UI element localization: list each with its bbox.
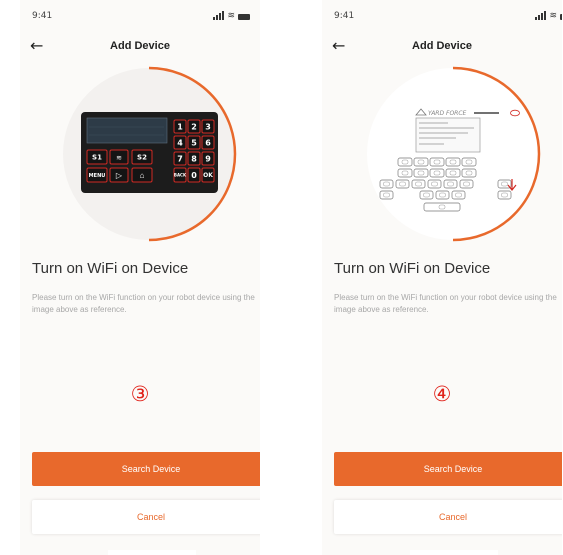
wifi-key-icon: ≋ <box>116 155 122 162</box>
search-device-button[interactable]: Search Device <box>334 452 562 486</box>
keypad-key-6-label: 6 <box>205 138 211 147</box>
status-time: 9:41 <box>334 11 355 21</box>
remote-key-row1-2 <box>429 157 445 167</box>
step-marker: ④ <box>432 382 452 406</box>
status-icons: ≋ <box>535 11 562 20</box>
wifi-icon: ≋ <box>549 10 557 20</box>
keypad-display <box>86 117 168 144</box>
nav-bar: ← Add Device <box>322 36 562 58</box>
search-device-button[interactable]: Search Device <box>32 452 260 486</box>
remote-key-row3-5 <box>459 179 474 189</box>
remote-key-row4-0 <box>379 190 394 200</box>
add-device-screen-keypad: 9:41 ≋ ← Add Device 1 2 3 4 5 6 7 8 9 S1 ≋ S2 MENU ▷ ⌂… <box>20 0 260 555</box>
keypad-key-3-label: 3 <box>205 122 211 131</box>
remote-key-row4-4 <box>497 190 512 200</box>
status-bar: 9:41 ≋ <box>322 0 562 30</box>
keypad-key-9-label: 9 <box>205 154 211 163</box>
remote-key-row3-1 <box>395 179 410 189</box>
nav-bar: ← Add Device <box>20 36 260 58</box>
keypad-key-s1-label: S1 <box>92 154 102 162</box>
play-icon: ▷ <box>116 171 123 180</box>
remote-key-row2-3 <box>445 168 461 178</box>
keypad-key-1-label: 1 <box>177 122 183 131</box>
headline: Turn on WiFi on Device <box>32 260 189 277</box>
keypad-key-ok-label: OK <box>203 172 213 179</box>
home-indicator <box>410 550 498 555</box>
signal-icon <box>213 11 225 20</box>
remote-key-row3-3 <box>427 179 442 189</box>
description: Please turn on the WiFi function on your… <box>334 293 557 314</box>
remote-key-row4-1 <box>419 190 434 200</box>
remote-key-row4-3 <box>451 190 466 200</box>
remote-key-row3-2 <box>411 179 426 189</box>
keypad-key-2-label: 2 <box>191 122 197 131</box>
keypad-key-0-label: 0 <box>191 171 197 180</box>
remote-key-row2-2 <box>429 168 445 178</box>
cancel-button[interactable]: Cancel <box>32 500 260 534</box>
step-marker: ③ <box>130 382 150 406</box>
remote-key-row1-0 <box>397 157 413 167</box>
remote-key-row3-4 <box>443 179 458 189</box>
brand-name: YARD FORCE <box>428 110 467 117</box>
battery-icon <box>238 14 250 20</box>
wifi-icon: ≋ <box>227 10 235 20</box>
remote-key-ok <box>423 202 461 212</box>
keypad-key-s2-label: S2 <box>137 154 147 162</box>
keypad-key-menu-label: MENU <box>89 173 106 179</box>
battery-icon <box>560 14 562 20</box>
keypad-key-5-label: 5 <box>191 138 197 147</box>
home-icon: ⌂ <box>140 171 145 180</box>
remote-key-row2-0 <box>397 168 413 178</box>
remote-key-row1-1 <box>413 157 429 167</box>
page-title: Add Device <box>412 40 472 52</box>
remote-key-row1-3 <box>445 157 461 167</box>
remote-key-row2-1 <box>413 168 429 178</box>
remote-key-row3-0 <box>379 179 394 189</box>
remote-key-row2-4 <box>461 168 477 178</box>
status-time: 9:41 <box>32 11 53 21</box>
status-bar: 9:41 ≋ <box>20 0 260 30</box>
status-icons: ≋ <box>213 11 250 20</box>
device-illustration: YARD FORCE <box>364 65 542 243</box>
description: Please turn on the WiFi function on your… <box>32 293 255 314</box>
page-title: Add Device <box>110 40 170 52</box>
keypad-key-back-label: BACK <box>174 172 187 177</box>
home-indicator <box>108 550 196 555</box>
device-illustration: 1 2 3 4 5 6 7 8 9 S1 ≋ S2 MENU ▷ ⌂ BACK 0 OK <box>60 65 238 243</box>
cancel-button[interactable]: Cancel <box>334 500 562 534</box>
keypad-key-8-label: 8 <box>191 154 197 163</box>
keypad-key-4-label: 4 <box>177 138 183 147</box>
remote-illustration: YARD FORCE <box>367 66 541 242</box>
headline: Turn on WiFi on Device <box>334 260 491 277</box>
signal-icon <box>535 11 547 20</box>
remote-key-row4-2 <box>435 190 450 200</box>
keypad-key-7-label: 7 <box>177 154 183 163</box>
add-device-screen-remote: 9:41 ≋ ← Add Device YARD FORCE Turn on W… <box>322 0 562 555</box>
remote-key-row1-4 <box>461 157 477 167</box>
keypad-illustration: 1 2 3 4 5 6 7 8 9 S1 ≋ S2 MENU ▷ ⌂ BACK 0 OK <box>63 66 237 242</box>
